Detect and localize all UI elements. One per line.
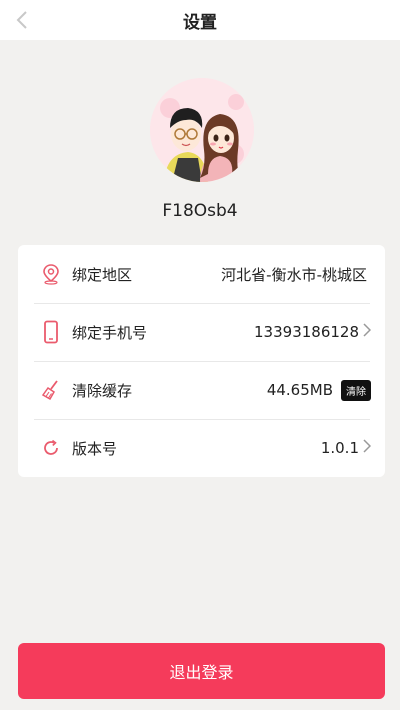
phone-value-group: 13393186128 xyxy=(254,323,372,341)
settings-row-label: 版本号 xyxy=(72,439,118,458)
username: F18Osb4 xyxy=(162,201,238,221)
cache-value-group: 44.65MB 清除 xyxy=(266,379,371,401)
chevron-right-icon xyxy=(363,323,372,341)
phone-value: 13393186128 xyxy=(254,323,359,341)
logout-button[interactable]: 退出登录 xyxy=(18,643,385,699)
settings-row-region[interactable]: 绑定地区 河北省-衡水市-桃城区 xyxy=(18,245,385,303)
page-title: 设置 xyxy=(183,12,217,33)
region-value: 河北省-衡水市-桃城区 xyxy=(221,265,367,284)
cache-size-value: 44.65MB xyxy=(266,381,333,399)
avatar[interactable] xyxy=(150,78,254,182)
clear-cache-button[interactable]: 清除 xyxy=(341,379,371,401)
refresh-icon xyxy=(40,436,62,460)
settings-row-cache[interactable]: 清除缓存 44.65MB 清除 xyxy=(18,361,385,419)
top-bar: 设置 xyxy=(0,0,400,40)
phone-icon xyxy=(40,320,62,344)
settings-row-label: 绑定手机号 xyxy=(72,323,148,342)
couple-avatar-icon xyxy=(150,78,254,182)
settings-row-label: 绑定地区 xyxy=(72,265,133,284)
settings-row-version[interactable]: 版本号 1.0.1 xyxy=(18,419,385,477)
back-button[interactable] xyxy=(10,8,34,32)
broom-icon xyxy=(40,378,62,402)
settings-row-label: 清除缓存 xyxy=(72,381,133,400)
location-pin-icon xyxy=(40,262,62,286)
chevron-left-icon xyxy=(16,11,27,29)
chevron-right-icon xyxy=(363,439,372,457)
version-value-group: 1.0.1 xyxy=(320,439,372,457)
settings-row-phone[interactable]: 绑定手机号 13393186128 xyxy=(18,303,385,361)
version-value: 1.0.1 xyxy=(320,439,359,457)
settings-card: 绑定地区 河北省-衡水市-桃城区 绑定手机号 13393186128 清除缓存 … xyxy=(18,245,385,477)
